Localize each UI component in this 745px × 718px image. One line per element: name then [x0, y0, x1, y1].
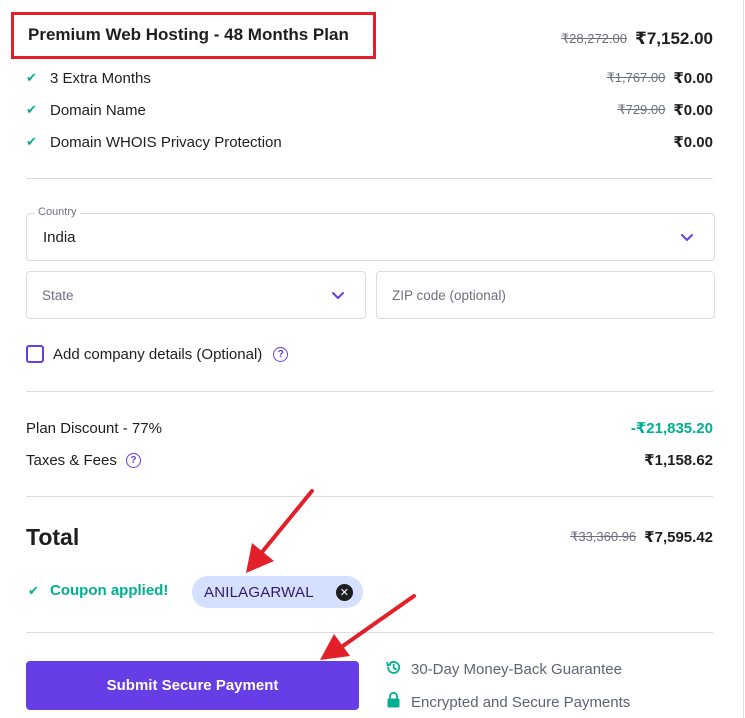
- feature-original-price: ₹729.00: [617, 102, 666, 117]
- discount-value: -₹21,835.20: [630, 420, 713, 437]
- chevron-down-icon: [331, 288, 345, 302]
- total-price: ₹7,595.42: [644, 529, 713, 546]
- check-icon: ✔: [28, 582, 39, 598]
- coupon-status: ✔ Coupon applied!: [28, 582, 168, 599]
- feature-row: ✔ 3 Extra Months ₹1,767.00 ₹0.00: [26, 67, 713, 89]
- divider: [26, 178, 713, 179]
- submit-payment-button[interactable]: Submit Secure Payment: [26, 661, 359, 710]
- country-value: India: [43, 228, 76, 246]
- chevron-down-icon: [680, 230, 694, 244]
- feature-price: ₹0.00: [673, 102, 713, 119]
- taxes-value: ₹1,158.62: [644, 452, 713, 469]
- feature-label: Domain WHOIS Privacy Protection: [50, 133, 282, 151]
- check-icon: ✔: [26, 134, 37, 149]
- plan-current-price: ₹7,152.00: [634, 29, 713, 48]
- feature-label: 3 Extra Months: [50, 69, 151, 87]
- feature-item: ✔ 3 Extra Months: [26, 70, 151, 87]
- state-placeholder: State: [42, 287, 74, 303]
- taxes-label: Taxes & Fees: [26, 451, 117, 469]
- plan-title: Premium Web Hosting - 48 Months Plan: [11, 12, 376, 59]
- feature-item: ✔ Domain Name: [26, 102, 146, 119]
- feature-price: ₹0.00: [673, 134, 713, 151]
- plan-price: ₹28,272.00 ₹7,152.00: [561, 29, 713, 49]
- coupon-code: ANILAGARWAL: [204, 583, 314, 601]
- country-select[interactable]: Country India: [26, 206, 715, 261]
- feature-price: ₹0.00: [673, 70, 713, 87]
- secure-text: Encrypted and Secure Payments: [411, 693, 631, 711]
- checkout-summary-card: Premium Web Hosting - 48 Months Plan ₹28…: [0, 0, 744, 718]
- close-icon[interactable]: ✕: [336, 583, 353, 601]
- company-details-option[interactable]: Add company details (Optional) ?: [26, 345, 289, 363]
- feature-row: ✔ Domain WHOIS Privacy Protection ₹0.00: [26, 131, 713, 153]
- total-original-price: ₹33,360.96: [570, 529, 637, 544]
- lock-icon: [385, 691, 402, 713]
- total-label: Total: [26, 523, 80, 550]
- feature-label: Domain Name: [50, 101, 146, 119]
- zip-placeholder: ZIP code (optional): [392, 287, 506, 303]
- plan-original-price: ₹28,272.00: [560, 31, 627, 46]
- coupon-status-text: Coupon applied!: [50, 582, 169, 599]
- company-label: Add company details (Optional): [53, 345, 263, 363]
- discount-row: Plan Discount - 77% -₹21,835.20: [26, 417, 713, 439]
- state-select[interactable]: State: [26, 271, 366, 319]
- feature-item: ✔ Domain WHOIS Privacy Protection: [26, 134, 282, 151]
- help-icon[interactable]: ?: [125, 452, 141, 468]
- coupon-chip: ANILAGARWAL ✕: [192, 576, 363, 608]
- feature-original-price: ₹1,767.00: [606, 70, 666, 85]
- total-row: Total ₹33,360.96 ₹7,595.42: [26, 522, 713, 552]
- check-icon: ✔: [26, 70, 37, 85]
- feature-row: ✔ Domain Name ₹729.00 ₹0.00: [26, 99, 713, 121]
- zip-input[interactable]: ZIP code (optional): [376, 271, 715, 319]
- guarantee-text: 30-Day Money-Back Guarantee: [411, 661, 622, 678]
- country-label: Country: [35, 206, 80, 218]
- taxes-row: Taxes & Fees ? ₹1,158.62: [26, 449, 713, 471]
- company-checkbox[interactable]: [26, 345, 44, 363]
- divider: [26, 496, 713, 497]
- help-icon[interactable]: ?: [273, 346, 289, 362]
- history-icon: [385, 659, 402, 680]
- secure-payments-note: Encrypted and Secure Payments: [385, 691, 630, 713]
- money-back-guarantee: 30-Day Money-Back Guarantee: [385, 659, 622, 680]
- divider: [26, 632, 713, 633]
- divider: [26, 391, 713, 392]
- discount-label: Plan Discount - 77%: [26, 419, 162, 437]
- check-icon: ✔: [26, 102, 37, 117]
